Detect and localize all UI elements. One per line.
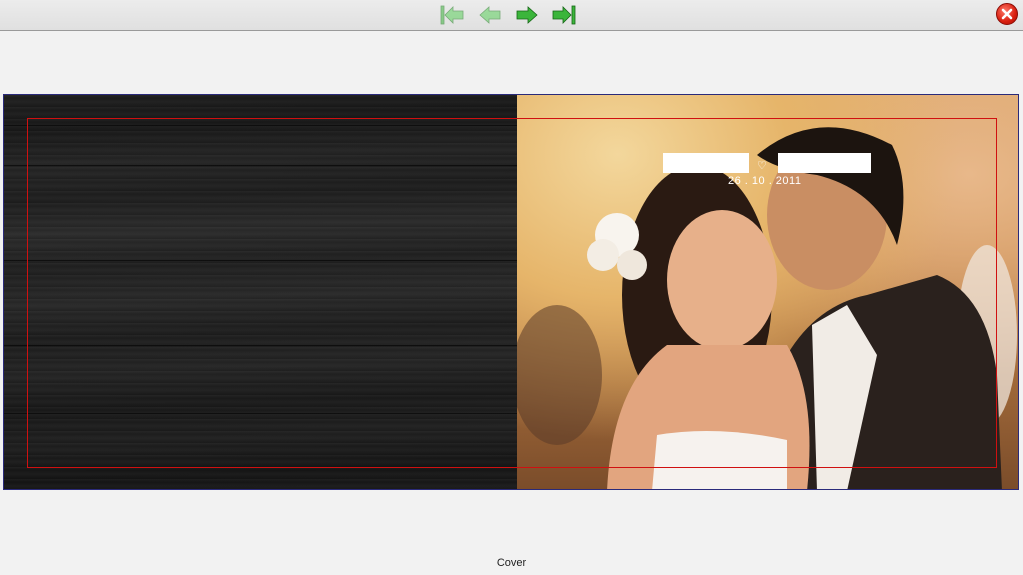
- cover-front-photo: [517, 95, 1018, 489]
- name-field-right[interactable]: [778, 153, 871, 173]
- previous-page-button[interactable]: [477, 3, 503, 27]
- first-page-button[interactable]: [439, 3, 465, 27]
- last-page-icon: [552, 5, 576, 25]
- arrow-left-icon: [479, 6, 501, 24]
- close-icon: [1001, 8, 1013, 20]
- wood-plank-seam: [4, 345, 517, 346]
- first-page-icon: [440, 5, 464, 25]
- last-page-button[interactable]: [551, 3, 577, 27]
- next-page-button[interactable]: [514, 3, 540, 27]
- arrow-right-icon: [516, 6, 538, 24]
- wedding-date: 26 . 10 . 2011: [728, 175, 802, 187]
- close-button[interactable]: [996, 3, 1018, 25]
- cover-back-page: [4, 95, 517, 489]
- wood-plank-seam: [4, 260, 517, 261]
- page-label: Cover: [496, 557, 527, 569]
- wood-plank-seam: [4, 165, 517, 166]
- couple-photo: [517, 127, 1017, 489]
- heart-icon: ♡: [757, 159, 767, 172]
- wood-plank-seam: [4, 413, 517, 414]
- name-field-left[interactable]: [663, 153, 749, 173]
- viewer-toolbar: [0, 0, 1023, 31]
- wood-plank-seam: [4, 125, 517, 126]
